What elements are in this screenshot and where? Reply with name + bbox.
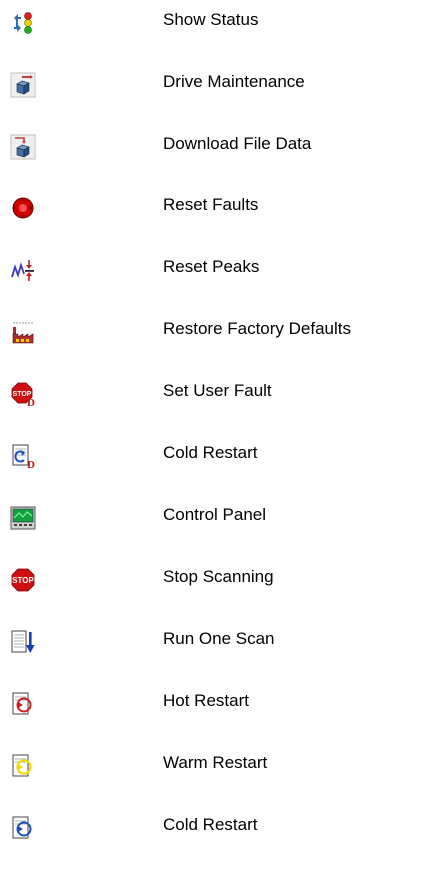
menu-item-label: Stop Scanning <box>163 567 274 586</box>
control-panel-icon <box>10 505 36 531</box>
menu-item-stop-scanning[interactable]: STOP Stop Scanning <box>0 567 431 617</box>
menu-item-label: Run One Scan <box>163 629 275 648</box>
menu-item-reset-faults[interactable]: Reset Faults <box>0 195 431 245</box>
svg-text:D: D <box>27 397 35 407</box>
menu-item-label: Control Panel <box>163 505 267 524</box>
hot-restart-icon <box>10 691 36 717</box>
svg-text:D: D <box>27 459 35 469</box>
menu-item-cold-restart[interactable]: Cold Restart <box>0 815 431 865</box>
download-file-data-icon <box>10 134 36 160</box>
menu-item-label: Cold Restart <box>163 443 258 462</box>
run-one-scan-icon <box>10 629 36 655</box>
svg-text:STOP: STOP <box>12 576 34 585</box>
stop-icon: STOP <box>10 567 36 593</box>
drive-maintenance-icon <box>10 72 36 98</box>
factory-icon <box>10 319 36 345</box>
menu-item-label: Reset Faults <box>163 195 259 214</box>
menu-item-drive-maintenance[interactable]: Drive Maintenance <box>0 72 431 122</box>
menu-item-control-panel[interactable]: Control Panel <box>0 505 431 555</box>
warm-restart-icon <box>10 753 36 779</box>
menu-item-label: Reset Peaks <box>163 257 260 276</box>
reset-peaks-icon <box>10 257 36 283</box>
cold-restart-d-icon: D <box>10 443 36 469</box>
menu-item-label: Cold Restart <box>163 815 258 834</box>
menu-item-set-user-fault[interactable]: STOP D Set User Fault <box>0 381 431 431</box>
status-icon <box>10 10 36 36</box>
menu-item-label: Hot Restart <box>163 691 249 710</box>
menu-item-warm-restart[interactable]: Warm Restart <box>0 753 431 803</box>
stop-d-icon: STOP D <box>10 381 36 407</box>
menu-item-label: Download File Data <box>163 134 312 153</box>
reset-faults-icon <box>10 195 36 221</box>
menu-item-label: Restore Factory Defaults <box>163 319 352 338</box>
cold-restart-icon <box>10 815 36 841</box>
menu-item-download-file-data[interactable]: Download File Data <box>0 134 431 184</box>
menu-item-label: Show Status <box>163 10 259 29</box>
menu-item-reset-peaks[interactable]: Reset Peaks <box>0 257 431 307</box>
menu-item-label: Set User Fault <box>163 381 272 400</box>
menu-item-label: Drive Maintenance <box>163 72 305 91</box>
menu-item-cold-restart-d[interactable]: D Cold Restart <box>0 443 431 493</box>
menu-item-label: Warm Restart <box>163 753 268 772</box>
menu-item-restore-factory-defaults[interactable]: Restore Factory Defaults <box>0 319 431 369</box>
menu-item-hot-restart[interactable]: Hot Restart <box>0 691 431 741</box>
menu-item-run-one-scan[interactable]: Run One Scan <box>0 629 431 679</box>
menu-item-show-status[interactable]: Show Status <box>0 10 431 60</box>
